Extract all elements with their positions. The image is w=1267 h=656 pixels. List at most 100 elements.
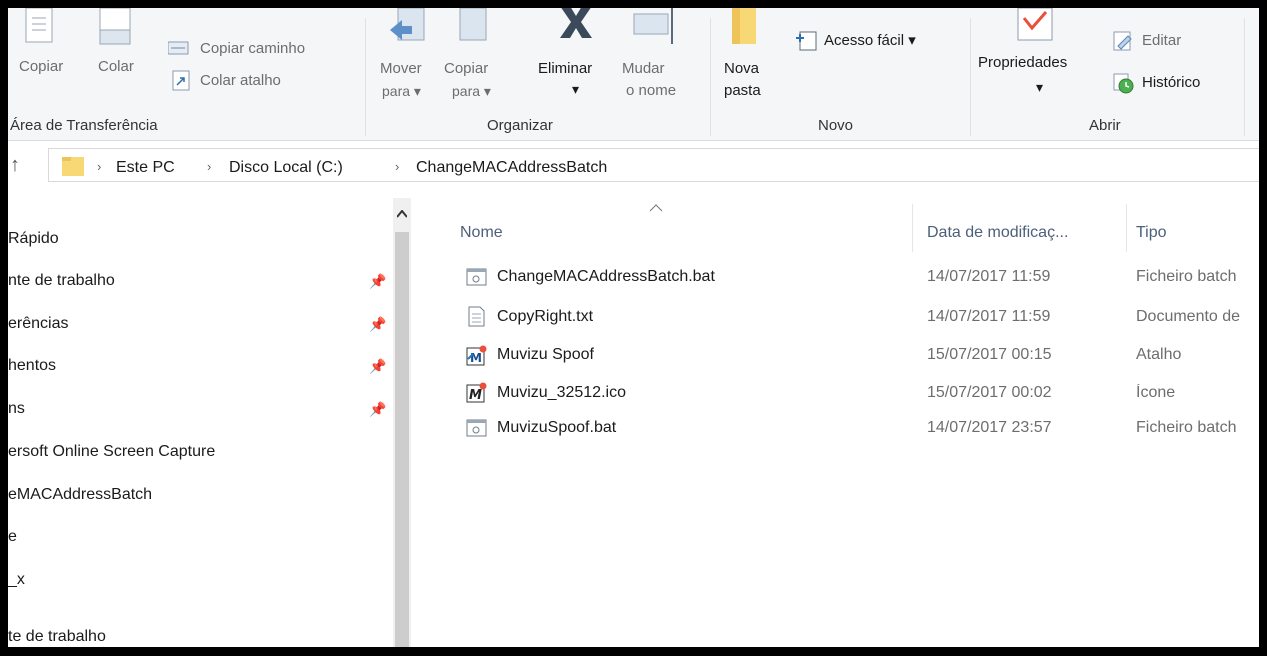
nav-item[interactable]: _x: [8, 571, 25, 589]
file-date: 15/07/2017 00:15: [927, 346, 1052, 363]
pin-icon: 📌: [369, 273, 387, 289]
history-label: Histórico: [1142, 74, 1201, 91]
rename-button[interactable]: Mudar o nome: [620, 8, 690, 108]
file-date: 14/07/2017 11:59: [927, 308, 1051, 325]
group-separator: [970, 18, 971, 136]
delete-dropdown-icon[interactable]: ▾: [572, 80, 579, 98]
address-bar[interactable]: › Este PC › Disco Local (C:) › ChangeMAC…: [48, 148, 1259, 182]
navigation-pane: Rápido nte de trabalho 📌 erências 📌 hent…: [8, 198, 393, 647]
copy-to-button[interactable]: Copiar para ▾: [440, 8, 504, 108]
copy-path-button[interactable]: Copiar caminho: [168, 38, 358, 62]
properties-button[interactable]: Propriedades ▾: [974, 8, 1078, 108]
file-name: Muvizu Spoof: [497, 346, 594, 363]
file-date: 14/07/2017 11:59: [927, 268, 1051, 285]
pin-icon: 📌: [369, 401, 387, 417]
rename-label: Mudar: [622, 60, 665, 77]
nav-item[interactable]: ersoft Online Screen Capture: [8, 443, 215, 461]
copy-button[interactable]: Copiar: [16, 8, 78, 108]
nav-item[interactable]: hentos: [8, 357, 56, 375]
open-group-label: Abrir: [1089, 117, 1121, 134]
shortcut-icon: M: [466, 345, 487, 366]
edit-button[interactable]: Editar: [1112, 28, 1222, 54]
batch-file-icon: [466, 419, 487, 437]
paste-label: Colar: [98, 58, 134, 75]
breadcrumb-disco-local[interactable]: Disco Local (C:): [229, 159, 343, 177]
paste-shortcut-label: Colar atalho: [200, 72, 281, 89]
nav-item[interactable]: eMACAddressBatch: [8, 486, 152, 504]
history-icon: [1113, 73, 1134, 94]
folder-icon: [62, 157, 84, 176]
column-separator[interactable]: [912, 204, 913, 252]
nav-item[interactable]: ns: [8, 400, 25, 418]
move-to-button[interactable]: Mover para ▾: [376, 8, 432, 108]
svg-text:M: M: [469, 388, 482, 403]
easy-access-button[interactable]: Acesso fácil ▾: [794, 28, 954, 54]
copy-path-label: Copiar caminho: [200, 40, 306, 57]
copy-label: Copiar: [19, 58, 64, 75]
copy-icon: [25, 8, 53, 43]
file-name: Muvizu_32512.ico: [497, 384, 626, 401]
file-name: CopyRight.txt: [497, 308, 594, 325]
file-name: ChangeMACAddressBatch.bat: [497, 268, 715, 285]
new-group-label: Novo: [818, 117, 854, 134]
file-explorer-window: Copiar Colar Copiar caminho Colar atalho…: [8, 8, 1259, 647]
properties-dropdown-icon[interactable]: ▾: [1036, 78, 1043, 96]
column-header-name[interactable]: Nome: [460, 224, 503, 242]
ribbon: Copiar Colar Copiar caminho Colar atalho…: [8, 8, 1259, 141]
nav-scrollbar[interactable]: [393, 198, 411, 647]
new-folder-icon: [732, 8, 756, 44]
new-folder-label: Nova: [724, 60, 760, 77]
breadcrumb-separator[interactable]: ›: [207, 159, 211, 174]
nav-scrollbar-thumb[interactable]: [395, 232, 409, 647]
delete-label: Eliminar: [538, 60, 593, 77]
ico-file-icon: M: [466, 382, 487, 403]
sort-ascending-icon: [650, 204, 662, 212]
easy-access-label: Acesso fácil ▾: [824, 32, 916, 49]
delete-button[interactable]: Eliminar ▾: [536, 8, 616, 108]
paste-shortcut-icon: [172, 70, 190, 91]
file-type: Atalho: [1136, 346, 1182, 363]
paste-button[interactable]: Colar: [88, 8, 150, 108]
rename-label-2: o nome: [626, 82, 677, 99]
scroll-up-arrow-icon[interactable]: [397, 210, 407, 218]
history-button[interactable]: Histórico: [1112, 70, 1238, 96]
move-to-icon: [390, 8, 425, 41]
file-type: Documento de: [1136, 308, 1241, 325]
clipboard-icon: [99, 8, 131, 45]
nav-item[interactable]: e: [8, 528, 17, 546]
pin-icon: 📌: [369, 316, 387, 332]
file-type: Ficheiro batch: [1136, 419, 1237, 436]
breadcrumb-separator[interactable]: ›: [395, 159, 399, 174]
new-folder-label-2: pasta: [724, 82, 761, 99]
group-separator: [365, 18, 366, 136]
nav-item[interactable]: te de trabalho: [8, 628, 106, 646]
address-bar-row: ↑ › Este PC › Disco Local (C:) › ChangeM…: [8, 146, 1259, 186]
nav-item[interactable]: Rápido: [8, 230, 59, 248]
column-separator[interactable]: [1126, 204, 1127, 252]
column-header-date[interactable]: Data de modificaç...: [927, 224, 1068, 242]
group-separator: [1244, 18, 1245, 136]
properties-label: Propriedades: [978, 54, 1068, 71]
breadcrumb-changemac[interactable]: ChangeMACAddressBatch: [416, 159, 607, 177]
new-folder-button[interactable]: Nova pasta: [720, 8, 780, 108]
breadcrumb-este-pc[interactable]: Este PC: [116, 159, 175, 177]
copy-to-icon: [459, 8, 487, 41]
move-to-label-2: para ▾: [382, 83, 421, 99]
breadcrumb-separator[interactable]: ›: [97, 159, 101, 174]
up-arrow-icon[interactable]: ↑: [10, 154, 20, 177]
rename-icon: [633, 8, 673, 44]
copy-to-label-2: para ▾: [452, 83, 491, 99]
organize-group-label: Organizar: [487, 117, 553, 134]
pin-icon: 📌: [369, 358, 387, 374]
file-date: 15/07/2017 00:02: [927, 384, 1052, 401]
copy-path-icon: [168, 41, 189, 55]
nav-item[interactable]: erências: [8, 315, 68, 333]
clipboard-group-label: Área de Transferência: [10, 117, 158, 134]
file-date: 14/07/2017 23:57: [927, 419, 1052, 436]
delete-x-icon: [560, 8, 592, 38]
nav-item[interactable]: nte de trabalho: [8, 272, 115, 290]
group-separator: [710, 18, 711, 136]
paste-shortcut-button[interactable]: Colar atalho: [168, 70, 358, 94]
edit-icon: [1113, 31, 1132, 51]
column-header-type[interactable]: Tipo: [1136, 224, 1167, 242]
